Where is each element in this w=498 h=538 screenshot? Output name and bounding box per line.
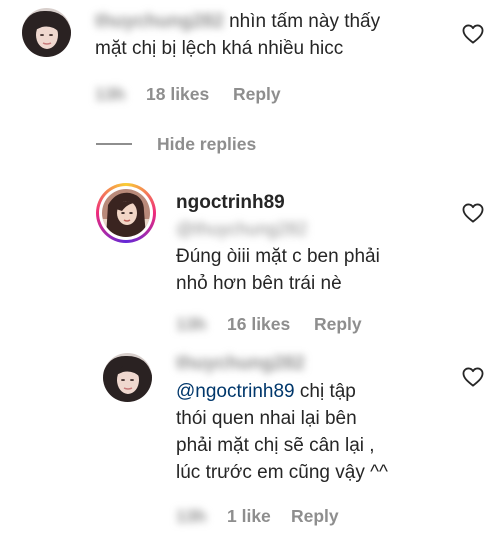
reply-mention[interactable]: @ngoctrinh89: [176, 381, 295, 402]
reply-button[interactable]: Reply: [314, 314, 362, 335]
reply-body: Đúng òiii mặt c ben phải nhỏ hơn bên trá…: [176, 243, 436, 297]
like-count[interactable]: 18 likes: [146, 84, 209, 105]
avatar-thuychung282[interactable]: [22, 8, 71, 57]
reply-button[interactable]: Reply: [233, 84, 281, 105]
like-count[interactable]: 1 like: [227, 506, 271, 527]
reply-button[interactable]: Reply: [291, 506, 339, 527]
reply-text-line: Đúng òiii mặt c ben phải: [176, 246, 380, 267]
avatar-ngoctrinh89: [102, 189, 150, 237]
avatar-thuychung282[interactable]: [103, 353, 152, 402]
heart-icon[interactable]: [462, 203, 484, 223]
heart-icon[interactable]: [462, 24, 484, 44]
comment-meta: 13h: [95, 84, 125, 105]
reply-username[interactable]: thuychung282: [176, 353, 305, 375]
reply-text-line: chị tập: [294, 381, 356, 402]
comment-text-line: mặt chị bị lệch khá nhiều hicc: [95, 38, 344, 59]
profile-photo: [103, 353, 152, 402]
reply-mention[interactable]: @thuychung282: [176, 216, 307, 243]
reply-body: @ngoctrinh89 chị tập thói quen nhai lại …: [176, 378, 456, 486]
reply-text-line: nhỏ hơn bên trái nè: [176, 273, 342, 294]
profile-photo: [102, 189, 150, 237]
heart-icon[interactable]: [462, 367, 484, 387]
comment-username[interactable]: thuychung282: [95, 11, 224, 32]
reply-time: 13h: [176, 506, 207, 526]
hide-replies-divider: [96, 143, 132, 145]
reply-meta: 13h: [176, 314, 206, 335]
profile-photo: [22, 8, 71, 57]
hide-replies-button[interactable]: Hide replies: [157, 134, 256, 155]
comment-text-line: nhìn tấm này thấy: [229, 11, 381, 32]
comment-body: thuychung282 nhìn tấm này thấy mặt chị b…: [95, 8, 455, 62]
avatar-ngoctrinh89-story-ring[interactable]: [96, 183, 156, 243]
reply-text-line: lúc trước em cũng vậy ^^: [176, 462, 388, 483]
reply-username[interactable]: ngoctrinh89: [176, 192, 285, 214]
reply-meta: 13h: [176, 506, 206, 527]
comment-time: 13h: [95, 84, 126, 104]
like-count[interactable]: 16 likes: [227, 314, 290, 335]
reply-text-line: phải mặt chị sẽ cân lại ,: [176, 435, 375, 456]
reply-text-line: thói quen nhai lại bên: [176, 408, 357, 429]
reply-time: 13h: [176, 314, 207, 334]
